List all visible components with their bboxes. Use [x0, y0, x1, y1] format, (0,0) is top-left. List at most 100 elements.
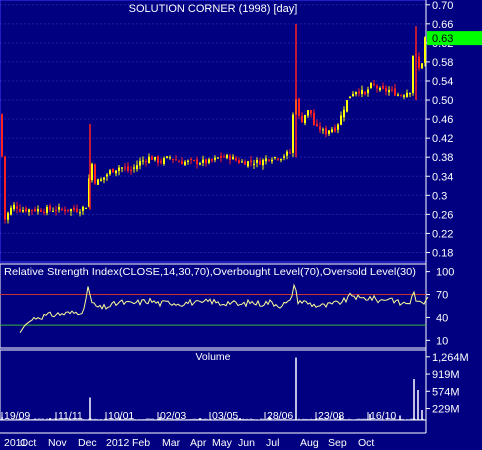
- candle-body: [250, 160, 252, 163]
- candle-body: [394, 88, 396, 96]
- candle-body: [280, 158, 282, 161]
- volume-tick-label: 1,264M: [432, 352, 469, 364]
- month-label: Apr: [190, 437, 207, 449]
- candle-body: [55, 209, 57, 211]
- candle-body: [217, 157, 219, 159]
- candle-body: [145, 161, 147, 163]
- candle-body: [223, 156, 225, 158]
- candle-body: [37, 209, 39, 212]
- candle-body: [301, 115, 303, 123]
- candle-body: [232, 156, 234, 160]
- candle-body: [76, 208, 78, 212]
- price-tick-label: 0.46: [432, 114, 453, 126]
- candle-body: [4, 156, 6, 220]
- candle-body: [112, 168, 114, 173]
- price-tick-label: 0.70: [432, 0, 453, 12]
- chart-window: 0.700.660.620.580.540.500.460.420.380.34…: [0, 0, 482, 450]
- last-price-label: 0.63: [432, 33, 453, 45]
- candle-body: [7, 212, 9, 220]
- candle-body: [397, 94, 399, 96]
- candle-body: [313, 112, 315, 126]
- candle-body: [43, 212, 45, 214]
- candle-body: [220, 155, 222, 158]
- candle-body: [139, 161, 141, 166]
- month-label: Dec: [78, 437, 97, 449]
- candle-body: [157, 156, 159, 163]
- rsi-tick-label: 100: [436, 267, 454, 279]
- candle-body: [310, 109, 312, 114]
- price-tick-label: 0.42: [432, 133, 453, 145]
- candle-body: [121, 167, 123, 169]
- date-tick-label: 28/06: [267, 410, 293, 422]
- stock-chart: 0.700.660.620.580.540.500.460.420.380.34…: [0, 0, 482, 450]
- candle-body: [133, 167, 135, 169]
- price-tick-label: 0.3: [432, 190, 447, 202]
- candle-body: [196, 159, 198, 165]
- volume-tick-label: 919M: [432, 369, 460, 381]
- candle-body: [286, 151, 288, 156]
- rsi-tick-label: 10: [436, 335, 448, 347]
- candle-body: [127, 166, 129, 171]
- candle-body: [1, 114, 3, 157]
- candle-body: [190, 158, 192, 160]
- candle-body: [16, 206, 18, 209]
- candle-body: [199, 163, 201, 165]
- candle-body: [118, 167, 120, 171]
- price-panel: [0, 0, 427, 263]
- candle-body: [370, 83, 372, 89]
- candle-body: [184, 161, 186, 165]
- month-label: Aug: [300, 437, 319, 449]
- candle-body: [175, 159, 177, 161]
- candle-body: [409, 92, 411, 95]
- candle-body: [187, 160, 189, 162]
- date-tick-label: 03/05: [212, 410, 238, 422]
- candle-body: [367, 89, 369, 94]
- price-tick-label: 0.18: [432, 247, 453, 259]
- candle-body: [19, 208, 21, 212]
- candle-body: [244, 161, 246, 165]
- candle-body: [253, 163, 255, 165]
- candle-body: [130, 170, 132, 172]
- candle-body: [403, 95, 405, 97]
- candle-body: [346, 100, 348, 112]
- candle-body: [25, 208, 27, 212]
- candle-body: [13, 204, 15, 210]
- price-tick-label: 0.50: [432, 95, 453, 107]
- rsi-title: Relative Strength Index(CLOSE,14,30,70),…: [4, 266, 416, 278]
- candle-body: [292, 114, 294, 153]
- candle-body: [136, 165, 138, 170]
- date-tick-label: 02/03: [160, 410, 186, 422]
- candle-body: [97, 179, 99, 185]
- candle-body: [115, 170, 117, 174]
- month-label: May: [212, 437, 233, 449]
- candle-body: [142, 160, 144, 162]
- candle-body: [385, 87, 387, 92]
- candle-body: [388, 90, 390, 93]
- rsi-tick-label: 70: [436, 290, 448, 302]
- candle-body: [82, 206, 84, 211]
- candle-body: [226, 154, 228, 159]
- candle-body: [64, 209, 66, 212]
- candle-body: [205, 159, 207, 164]
- candle-body: [10, 207, 12, 215]
- volume-tick-label: 574M: [432, 386, 460, 398]
- candle-body: [124, 167, 126, 169]
- month-label: Nov: [48, 437, 67, 449]
- candle-body: [421, 63, 423, 69]
- candle-body: [166, 156, 168, 158]
- date-tick-label: 11/11: [58, 410, 83, 422]
- candle-body: [274, 157, 276, 159]
- candle-body: [40, 210, 42, 212]
- candle-body: [148, 156, 150, 163]
- candle-body: [247, 161, 249, 167]
- candle-body: [22, 210, 24, 212]
- candle-body: [31, 209, 33, 211]
- candle-body: [265, 158, 267, 162]
- candle-body: [334, 127, 336, 132]
- candle-body: [307, 110, 309, 116]
- candle-body: [67, 209, 69, 211]
- candle-body: [85, 207, 87, 209]
- candle-body: [361, 89, 363, 94]
- candle-body: [352, 93, 354, 97]
- candle-body: [382, 86, 384, 89]
